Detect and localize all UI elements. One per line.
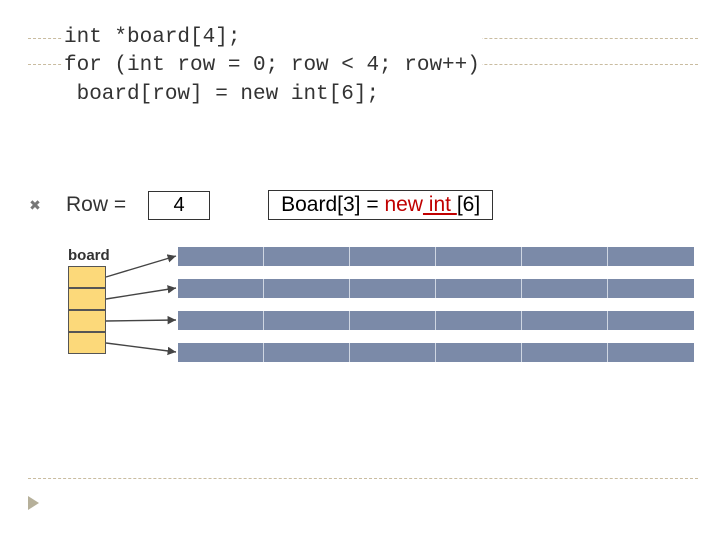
bullet-icon: ✖ xyxy=(28,198,42,212)
heap-cell xyxy=(178,311,264,330)
heap-cell xyxy=(608,247,694,266)
heap-row xyxy=(178,343,694,362)
heap-cell xyxy=(264,343,350,362)
heap-cell xyxy=(436,311,522,330)
board-cell xyxy=(68,266,106,288)
heap-cell xyxy=(178,279,264,298)
assignment-box: Board[3] = new int [6] xyxy=(268,190,493,220)
heap-cell xyxy=(264,247,350,266)
board-pointer-array xyxy=(68,266,106,354)
heap-cell xyxy=(522,311,608,330)
heap-row xyxy=(178,311,694,330)
heap-cell xyxy=(522,279,608,298)
heap-row xyxy=(178,247,694,266)
board-cell xyxy=(68,288,106,310)
heap-cell xyxy=(178,247,264,266)
heap-cell xyxy=(522,343,608,362)
corner-arrow-icon xyxy=(28,496,39,510)
heap-cell xyxy=(436,279,522,298)
code-block: int *board[4]; for (int row = 0; row < 4… xyxy=(62,24,482,109)
assign-prefix: Board[3] = xyxy=(281,193,384,216)
board-label: board xyxy=(68,247,110,264)
heap-cell xyxy=(608,279,694,298)
assign-new: new xyxy=(384,193,423,216)
row-label: Row = xyxy=(66,193,126,217)
code-line-2: for (int row = 0; row < 4; row++) xyxy=(64,54,480,77)
assign-type: int xyxy=(423,193,457,216)
heap-cell xyxy=(264,311,350,330)
heap-cell xyxy=(608,343,694,362)
heap-cell xyxy=(350,247,436,266)
heap-cell xyxy=(522,247,608,266)
heap-cell xyxy=(350,279,436,298)
heap-cell xyxy=(264,279,350,298)
code-line-1: int *board[4]; xyxy=(64,26,240,49)
row-value: 4 xyxy=(148,191,210,220)
heap-cell xyxy=(608,311,694,330)
heap-row xyxy=(178,279,694,298)
heap-rows xyxy=(178,247,694,375)
heap-cell xyxy=(350,343,436,362)
heap-cell xyxy=(436,343,522,362)
board-cell xyxy=(68,332,106,354)
row-status: ✖ Row = 4 Board[3] = new int [6] xyxy=(28,190,493,220)
assign-dim: [6] xyxy=(457,193,480,216)
code-line-3: board[row] = new int[6]; xyxy=(64,83,379,106)
heap-cell xyxy=(350,311,436,330)
heap-cell xyxy=(436,247,522,266)
heap-cell xyxy=(178,343,264,362)
board-cell xyxy=(68,310,106,332)
dashed-rule-bottom xyxy=(28,478,698,479)
